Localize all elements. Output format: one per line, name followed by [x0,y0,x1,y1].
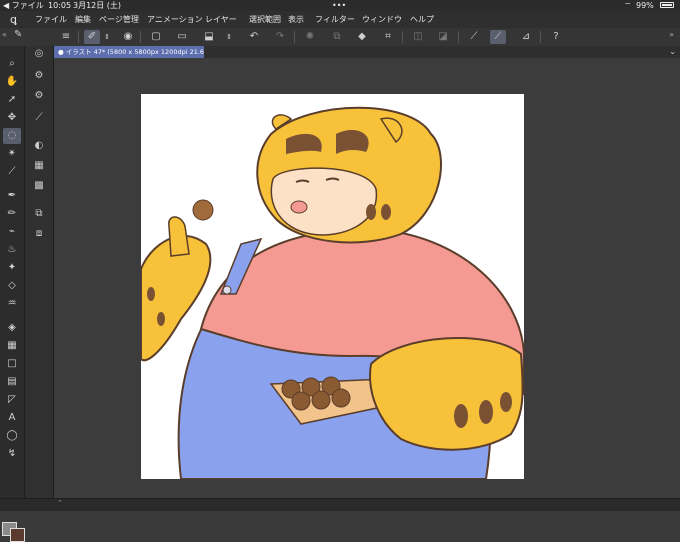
view-icon[interactable]: ◉ [120,30,136,44]
menu-selection[interactable]: 選択範囲 [249,11,281,28]
battery-icon [660,2,674,8]
undo-icon[interactable]: ↶ [246,30,262,44]
menu-help[interactable]: ヘルプ [410,11,434,28]
background-color[interactable] [10,528,25,542]
fill-icon[interactable]: ◆ [354,30,370,44]
zoom-icon[interactable]: ⌕ [3,56,21,72]
hand-icon[interactable]: ✋ [3,74,21,90]
status-date: 3月12日 (土) [73,1,122,10]
correct-line-icon[interactable]: ↯ [3,446,21,462]
brush-size-icon[interactable]: ⚙ [30,88,48,104]
brush-preview-icon[interactable]: ⟋ [30,110,48,126]
loading-icon[interactable]: ✺ [302,30,318,44]
clear-icon[interactable]: ⧉ [329,30,345,44]
tool-palette: ⌕ ✋ ➚ ✥ ◌ ✴ ⟋ ✒ ✏ ⌁ ♨ ✦ ◇ ♒ ◈ ▦ □ ▤ ◸ A … [0,46,25,542]
tab-close-icon[interactable]: ● [58,48,66,56]
frame-border-icon[interactable]: ▤ [3,374,21,390]
redo-icon[interactable]: ↷ [272,30,288,44]
document-title: イラスト 47* (5800 x 5800px 1200dpi 21.6%) [65,48,204,56]
multitask-dots[interactable]: ••• [332,0,346,11]
expand-up-icon[interactable]: ⌃ [57,499,63,507]
menu-file[interactable]: ファイル [35,11,67,28]
new-file-icon[interactable]: ▢ [148,30,164,44]
collapse-right-icon[interactable]: » [669,30,674,39]
pen-icon[interactable]: ✒ [3,188,21,204]
menu-page-management[interactable]: ページ管理 [99,11,139,28]
canvas[interactable] [141,94,524,479]
pencil-icon[interactable]: ✏ [3,206,21,222]
menu-icon[interactable]: ≡ [58,30,74,44]
battery-percent: 99% [636,1,654,10]
sub-tool-strip: ◎ ⚙ ⚙ ⟋ ◐ ▦ ▩ ⧉ ⧈ [25,46,54,498]
transform-icon[interactable]: ⌗ [380,30,396,44]
layer-property-icon[interactable]: ⧉ [30,206,48,222]
pen-small-icon[interactable]: ✎ [14,29,22,40]
fill-bucket-icon[interactable]: ◈ [3,320,21,336]
chevron-down-icon[interactable]: ⌄ [669,46,676,58]
save-icon[interactable]: ⬓ [201,30,217,44]
bottom-bar: ⌃ [0,498,680,511]
open-folder-icon[interactable]: ▭ [174,30,190,44]
document-tab-bar: ● イラスト 47* (5800 x 5800px 1200dpi 21.6%)… [54,46,680,58]
tool-property-icon[interactable]: ⚙ [30,68,48,84]
status-time: 10:05 [48,1,72,10]
app-logo-icon[interactable]: ꝗ [10,11,17,28]
document-tab[interactable]: ● イラスト 47* (5800 x 5800px 1200dpi 21.6%) [54,46,204,58]
menu-layer[interactable]: レイヤー [205,11,237,28]
help-icon[interactable]: ? [548,30,564,44]
gradient-icon[interactable]: ▦ [3,338,21,354]
decoration-icon[interactable]: ✦ [3,260,21,276]
blend-icon[interactable]: ♒ [3,296,21,312]
navigator-icon[interactable]: ◎ [30,46,48,62]
deselect-icon[interactable]: ◫ [410,30,426,44]
color-wheel-icon[interactable]: ◐ [30,138,48,154]
back-to-files[interactable]: ◀ ファイル [3,0,44,11]
layer-icon[interactable]: ⧈ [30,226,48,242]
magic-wand-icon[interactable]: ✴ [3,146,21,162]
balloon-icon[interactable]: ◯ [3,428,21,444]
ruler-icon[interactable]: ◸ [3,392,21,408]
menu-animation[interactable]: アニメーション [147,11,203,28]
figure-icon[interactable]: □ [3,356,21,372]
status-bar: ◀ ファイル 10:05 3月12日 (土) ••• ⌔ 99% [0,0,680,11]
wifi-icon: ⌔ [624,1,632,10]
menu-window[interactable]: ウィンドウ [362,11,402,28]
color-swatches[interactable] [2,522,25,542]
color-set-icon[interactable]: ▦ [30,158,48,174]
eraser-icon[interactable]: ◇ [3,278,21,294]
collapse-left-icon[interactable]: « [2,30,7,39]
sub-tool-icon[interactable]: ✐ [84,30,100,44]
menu-view[interactable]: 表示 [288,11,304,28]
lasso-icon[interactable]: ◌ [3,128,21,144]
move-icon[interactable]: ✥ [3,110,21,126]
updown-arrow-icon[interactable]: ⇕ [103,30,111,44]
command-bar: « ✎ ≡ ✐ ⇕ ◉ ▢ ▭ ⬓ ⇕ ↶ ↷ ✺ ⧉ ◆ ⌗ ◫ ◪ ⟋ ⟋ … [0,28,680,47]
color-history-icon[interactable]: ▩ [30,178,48,194]
illustration [141,106,524,479]
text-icon[interactable]: A [3,410,21,426]
brush-icon[interactable]: ⌁ [3,224,21,240]
menu-filter[interactable]: フィルター [315,11,355,28]
snap-special-ruler-icon[interactable]: ⟋ [490,30,506,44]
invert-selection-icon[interactable]: ◪ [435,30,451,44]
snap-grid-icon[interactable]: ⊿ [518,30,534,44]
operation-icon[interactable]: ➚ [3,92,21,108]
airbrush-icon[interactable]: ♨ [3,242,21,258]
save-options-icon[interactable]: ⇕ [225,30,233,44]
eyedropper-icon[interactable]: ⟋ [3,164,21,180]
menu-edit[interactable]: 編集 [75,11,91,28]
snap-ruler-icon[interactable]: ⟋ [466,30,482,44]
menu-bar: ꝗ ファイル 編集 ページ管理 アニメーション レイヤー 選択範囲 表示 フィル… [0,11,680,29]
